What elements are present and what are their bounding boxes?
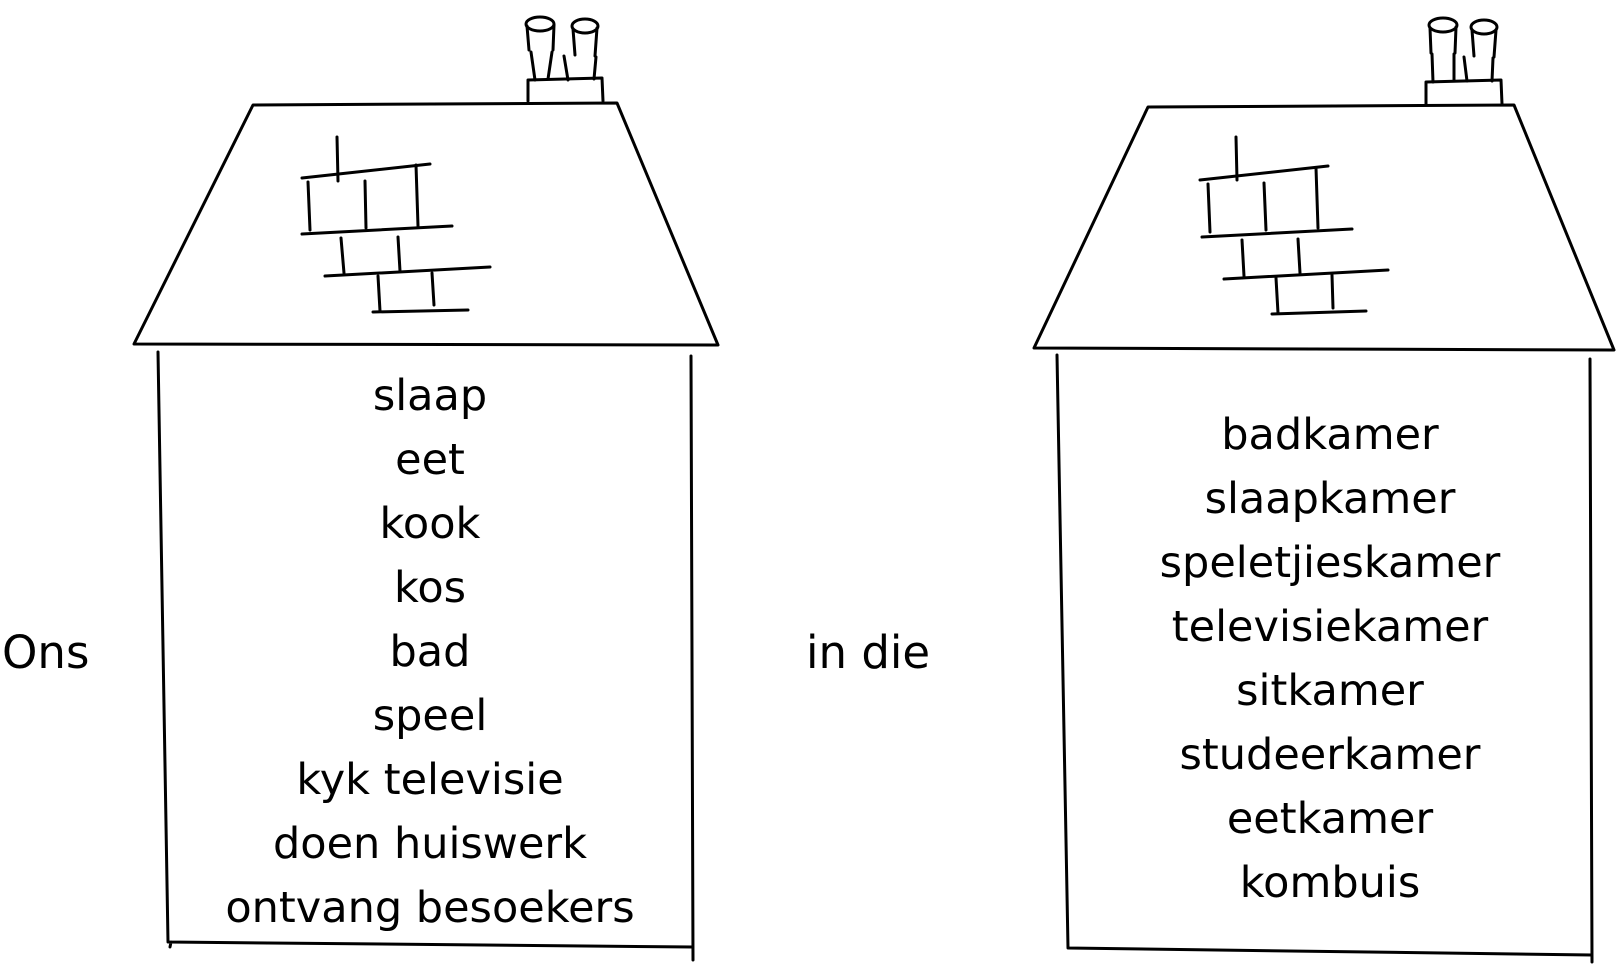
right-roof-bricks: [1198, 135, 1390, 316]
activity-word: kos: [393, 563, 467, 613]
left-chimney: [524, 15, 605, 103]
activity-word: slaap: [372, 371, 488, 421]
activity-word: ontvang besoekers: [225, 883, 635, 933]
right-house-word-list: badkamer slaapkamer speletjieskamer tele…: [1100, 403, 1560, 915]
room-word: speletjieskamer: [1159, 538, 1501, 588]
activity-word: kyk televisie: [296, 755, 564, 805]
activity-word: speel: [372, 691, 488, 741]
room-word: kombuis: [1239, 858, 1421, 908]
activity-word: doen huiswerk: [272, 819, 588, 869]
room-word: studeerkamer: [1179, 730, 1481, 780]
connector-label: in die: [806, 626, 931, 679]
room-word: sitkamer: [1236, 666, 1424, 716]
activity-word: bad: [389, 627, 471, 677]
prefix-label: Ons: [2, 626, 90, 679]
room-word: eetkamer: [1226, 794, 1434, 844]
activity-word: eet: [395, 435, 465, 485]
left-roof: [132, 101, 720, 347]
room-word: badkamer: [1221, 410, 1439, 460]
room-word: slaapkamer: [1204, 474, 1456, 524]
left-house-word-list: slaap eet kook kos bad speel kyk televis…: [200, 364, 660, 940]
left-roof-bricks: [300, 135, 492, 314]
right-chimney: [1424, 16, 1504, 106]
room-word: televisiekamer: [1171, 602, 1489, 652]
activity-word: kook: [379, 499, 481, 549]
